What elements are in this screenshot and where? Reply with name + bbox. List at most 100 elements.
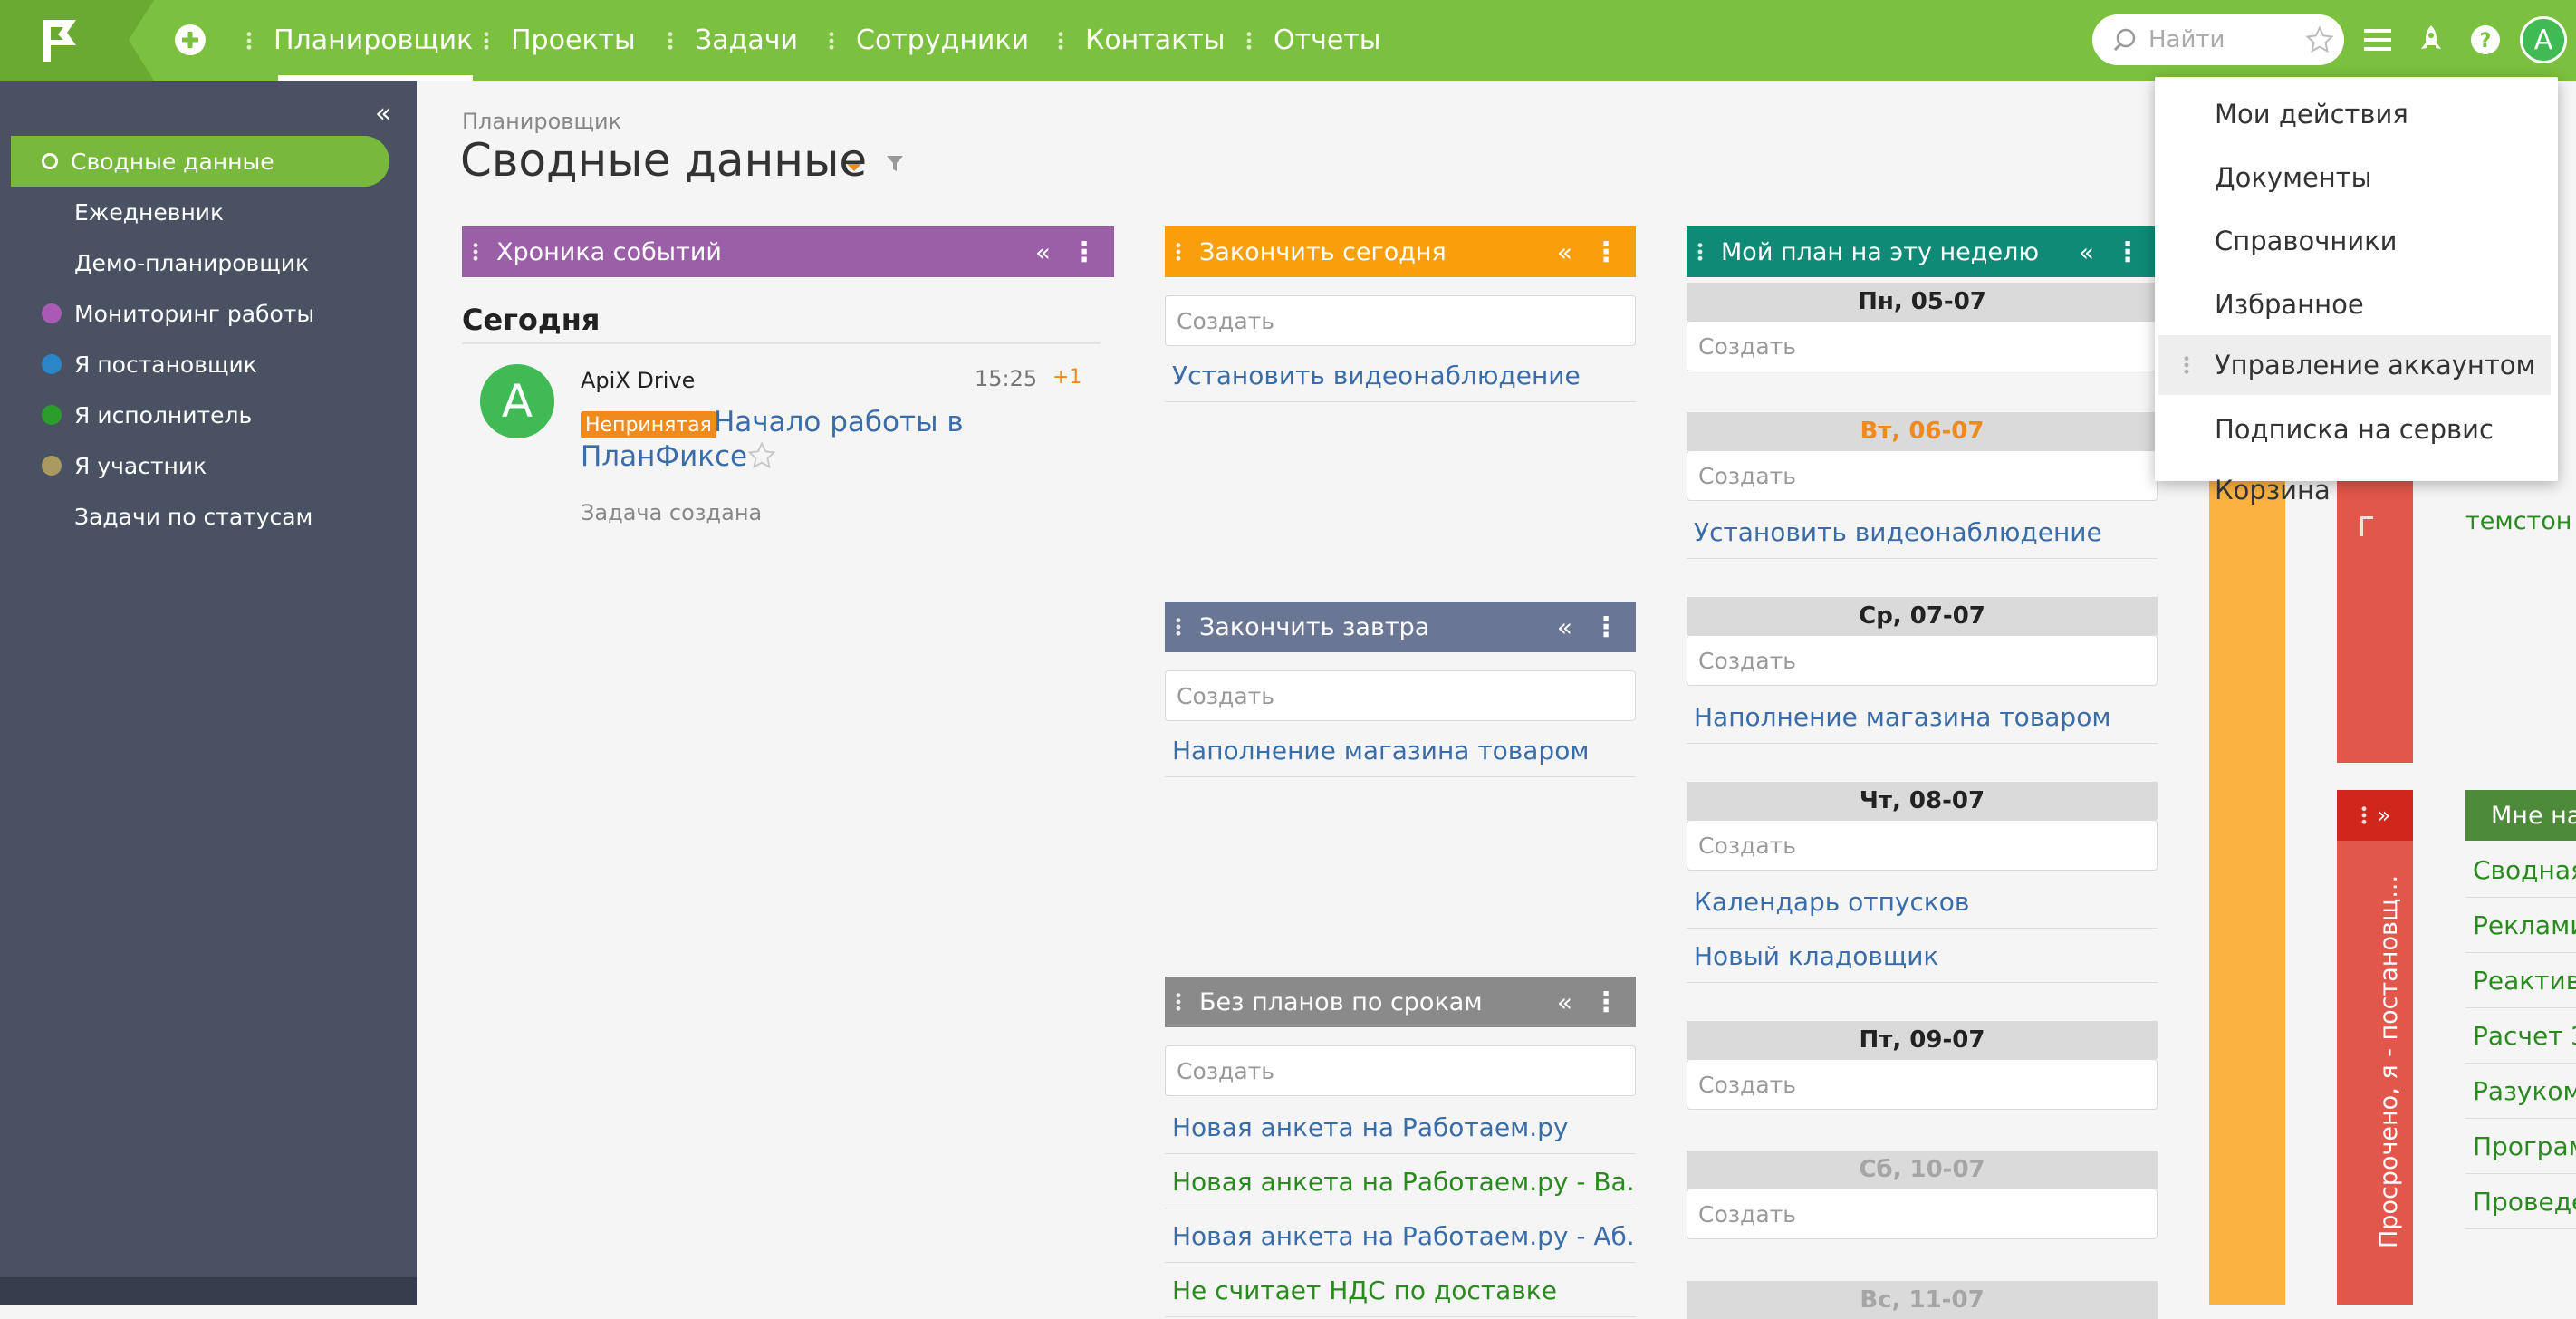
collapse-glyph: « bbox=[375, 98, 392, 130]
panel-menu-icon[interactable]: ⋮ bbox=[1592, 611, 1620, 643]
task-link[interactable]: Наполнение магазина товаром bbox=[1165, 725, 1636, 777]
menu-item-account-management[interactable]: Управление аккаунтом bbox=[2158, 335, 2551, 395]
collapse-panel-icon[interactable]: « bbox=[1557, 237, 1572, 267]
flag-logo-icon[interactable] bbox=[40, 18, 83, 63]
sidebar-item-monitoring[interactable]: Мониторинг работы bbox=[11, 288, 389, 339]
task-link[interactable]: Новая анкета на Работаем.ру - Аб... bbox=[1165, 1210, 1636, 1263]
sidebar-item-summary[interactable]: Сводные данные bbox=[11, 136, 389, 187]
menu-item-favorites[interactable]: Избранное bbox=[2155, 274, 2558, 334]
nav-tab-planner[interactable]: Планировщик bbox=[245, 0, 474, 81]
user-avatar[interactable]: A bbox=[2520, 16, 2567, 63]
ring-icon bbox=[42, 153, 58, 169]
sidebar-item-i-participant[interactable]: Я участник bbox=[11, 440, 389, 491]
task-link[interactable]: Новая анкета на Работаем.ру bbox=[1165, 1102, 1636, 1154]
sidebar-collapse-icon[interactable]: « bbox=[375, 98, 391, 130]
task-link[interactable]: темстон bbox=[2465, 507, 2576, 535]
task-link[interactable]: Реактив bbox=[2465, 953, 2576, 1008]
event-task-link-cont[interactable]: ПланФиксе bbox=[581, 440, 747, 473]
breadcrumb[interactable]: Планировщик bbox=[462, 109, 621, 134]
day-create-input[interactable]: Создать bbox=[1687, 1189, 2158, 1239]
task-link[interactable]: Расчет З bbox=[2465, 1008, 2576, 1064]
expand-panel-icon[interactable]: » bbox=[2378, 803, 2391, 828]
task-link[interactable]: Новый кладовщик bbox=[1687, 930, 2158, 983]
collapse-panel-icon[interactable]: « bbox=[1035, 237, 1051, 267]
today-create-input[interactable]: Создать bbox=[1165, 295, 1636, 346]
sidebar-item-diary[interactable]: Ежедневник bbox=[11, 187, 389, 237]
collapse-panel-icon[interactable]: « bbox=[1557, 987, 1572, 1017]
nav-tab-projects[interactable]: Проекты bbox=[482, 0, 636, 81]
event-task-link[interactable]: Начало работы в bbox=[714, 406, 964, 438]
collapse-panel-icon[interactable]: « bbox=[2079, 237, 2094, 267]
blue-dot-icon bbox=[42, 354, 62, 374]
menu-item-trash[interactable]: Корзина bbox=[2215, 475, 2331, 505]
status-badge: Непринятая bbox=[581, 411, 716, 438]
search-box[interactable] bbox=[2092, 14, 2344, 65]
title-dropdown-icon[interactable] bbox=[845, 159, 863, 171]
day-create-input[interactable]: Создать bbox=[1687, 635, 2158, 686]
panel-menu-icon[interactable]: ⋮ bbox=[1592, 987, 1620, 1018]
drag-handle-icon[interactable] bbox=[471, 242, 480, 262]
menu-item-directories[interactable]: Справочники bbox=[2155, 211, 2558, 271]
search-input[interactable] bbox=[2147, 25, 2304, 54]
nav-tab-reports[interactable]: Отчеты bbox=[1245, 0, 1380, 81]
drag-handle-icon[interactable] bbox=[1174, 242, 1183, 262]
drag-handle-icon[interactable] bbox=[1696, 242, 1705, 262]
task-link[interactable]: Разуком bbox=[2465, 1064, 2576, 1119]
task-link[interactable]: Новая анкета на Работаем.ру - Ва... bbox=[1165, 1156, 1636, 1208]
nav-tab-employees[interactable]: Сотрудники bbox=[827, 0, 1029, 81]
overdue-panel[interactable]: Просрочено, я - постановщ... bbox=[2337, 841, 2413, 1305]
drag-handle-icon[interactable] bbox=[1174, 992, 1183, 1012]
menu-item-documents[interactable]: Документы bbox=[2155, 148, 2558, 207]
task-link[interactable]: Наполнение магазина товаром bbox=[1687, 691, 2158, 744]
sidebar-item-i-assigner[interactable]: Я постановщик bbox=[11, 339, 389, 390]
task-link[interactable]: Установить видеонаблюдение bbox=[1687, 506, 2158, 559]
panel-menu-icon[interactable]: ⋮ bbox=[2114, 236, 2141, 268]
day-create-input[interactable]: Создать bbox=[1687, 321, 2158, 371]
task-link[interactable]: Реклами bbox=[2465, 898, 2576, 953]
drag-handle-icon[interactable] bbox=[2182, 355, 2191, 375]
task-link[interactable]: Календарь отпусков bbox=[1687, 876, 2158, 929]
menu-icon[interactable] bbox=[2362, 25, 2393, 54]
event-author[interactable]: ApiX Drive bbox=[581, 368, 695, 393]
plus-icon[interactable] bbox=[172, 22, 208, 58]
menu-item-my-actions[interactable]: Мои действия bbox=[2155, 84, 2558, 144]
drag-handle-icon[interactable] bbox=[1174, 617, 1183, 637]
collapse-panel-icon[interactable]: « bbox=[1557, 612, 1572, 642]
noplan-create-input[interactable]: Создать bbox=[1165, 1045, 1636, 1096]
star-icon[interactable] bbox=[2304, 24, 2335, 55]
panel-menu-icon[interactable]: ⋮ bbox=[1592, 236, 1620, 268]
task-link[interactable]: Не считает НДС по доставке bbox=[1165, 1265, 1636, 1317]
tomorrow-create-input[interactable]: Создать bbox=[1165, 670, 1636, 721]
today-panel-header[interactable]: Закончить сегодня « ⋮ bbox=[1165, 226, 1636, 277]
rocket-icon[interactable] bbox=[2417, 24, 2446, 56]
panel-menu-icon[interactable]: ⋮ bbox=[1071, 236, 1098, 268]
day-create-input[interactable]: Создать bbox=[1687, 1059, 2158, 1110]
favorite-star-icon[interactable] bbox=[746, 440, 777, 471]
nav-tab-tasks[interactable]: Задачи bbox=[666, 0, 798, 81]
day-create-input[interactable]: Создать bbox=[1687, 820, 2158, 871]
week-panel-header[interactable]: Мой план на эту неделю « ⋮ bbox=[1687, 226, 2158, 277]
event-counter[interactable]: +1 bbox=[1053, 366, 1081, 389]
collapsed-panel-glyph bbox=[2360, 516, 2373, 536]
nav-tab-contacts[interactable]: Контакты bbox=[1056, 0, 1225, 81]
event-author-avatar[interactable]: A bbox=[480, 364, 554, 438]
task-link[interactable]: Програм bbox=[2465, 1119, 2576, 1174]
peek-panel-header[interactable]: Мне на bbox=[2465, 790, 2576, 841]
events-panel-header[interactable]: Хроника событий « ⋮ bbox=[462, 226, 1114, 277]
task-link[interactable]: Сводная bbox=[2465, 842, 2576, 898]
tomorrow-panel-header[interactable]: Закончить завтра « ⋮ bbox=[1165, 602, 1636, 652]
sidebar-item-tasks-by-status[interactable]: Задачи по статусам bbox=[11, 491, 389, 542]
sidebar-item-label: Сводные данные bbox=[71, 148, 274, 175]
overdue-panel-header[interactable]: » bbox=[2337, 790, 2413, 841]
drag-handle-icon[interactable] bbox=[2359, 805, 2369, 825]
sidebar-item-demo-planner[interactable]: Демо-планировщик bbox=[11, 237, 389, 288]
help-icon[interactable]: ? bbox=[2469, 24, 2502, 56]
task-link[interactable]: Проведе bbox=[2465, 1174, 2576, 1229]
menu-item-subscription[interactable]: Подписка на сервис bbox=[2155, 400, 2558, 459]
task-link[interactable]: Установить видеонаблюдение bbox=[1165, 350, 1636, 402]
day-header: Пт, 09-07 bbox=[1687, 1021, 2158, 1059]
day-create-input[interactable]: Создать bbox=[1687, 450, 2158, 501]
filter-icon[interactable] bbox=[886, 154, 904, 174]
sidebar-item-i-executor[interactable]: Я исполнитель bbox=[11, 390, 389, 440]
noplan-panel-header[interactable]: Без планов по срокам « ⋮ bbox=[1165, 977, 1636, 1027]
